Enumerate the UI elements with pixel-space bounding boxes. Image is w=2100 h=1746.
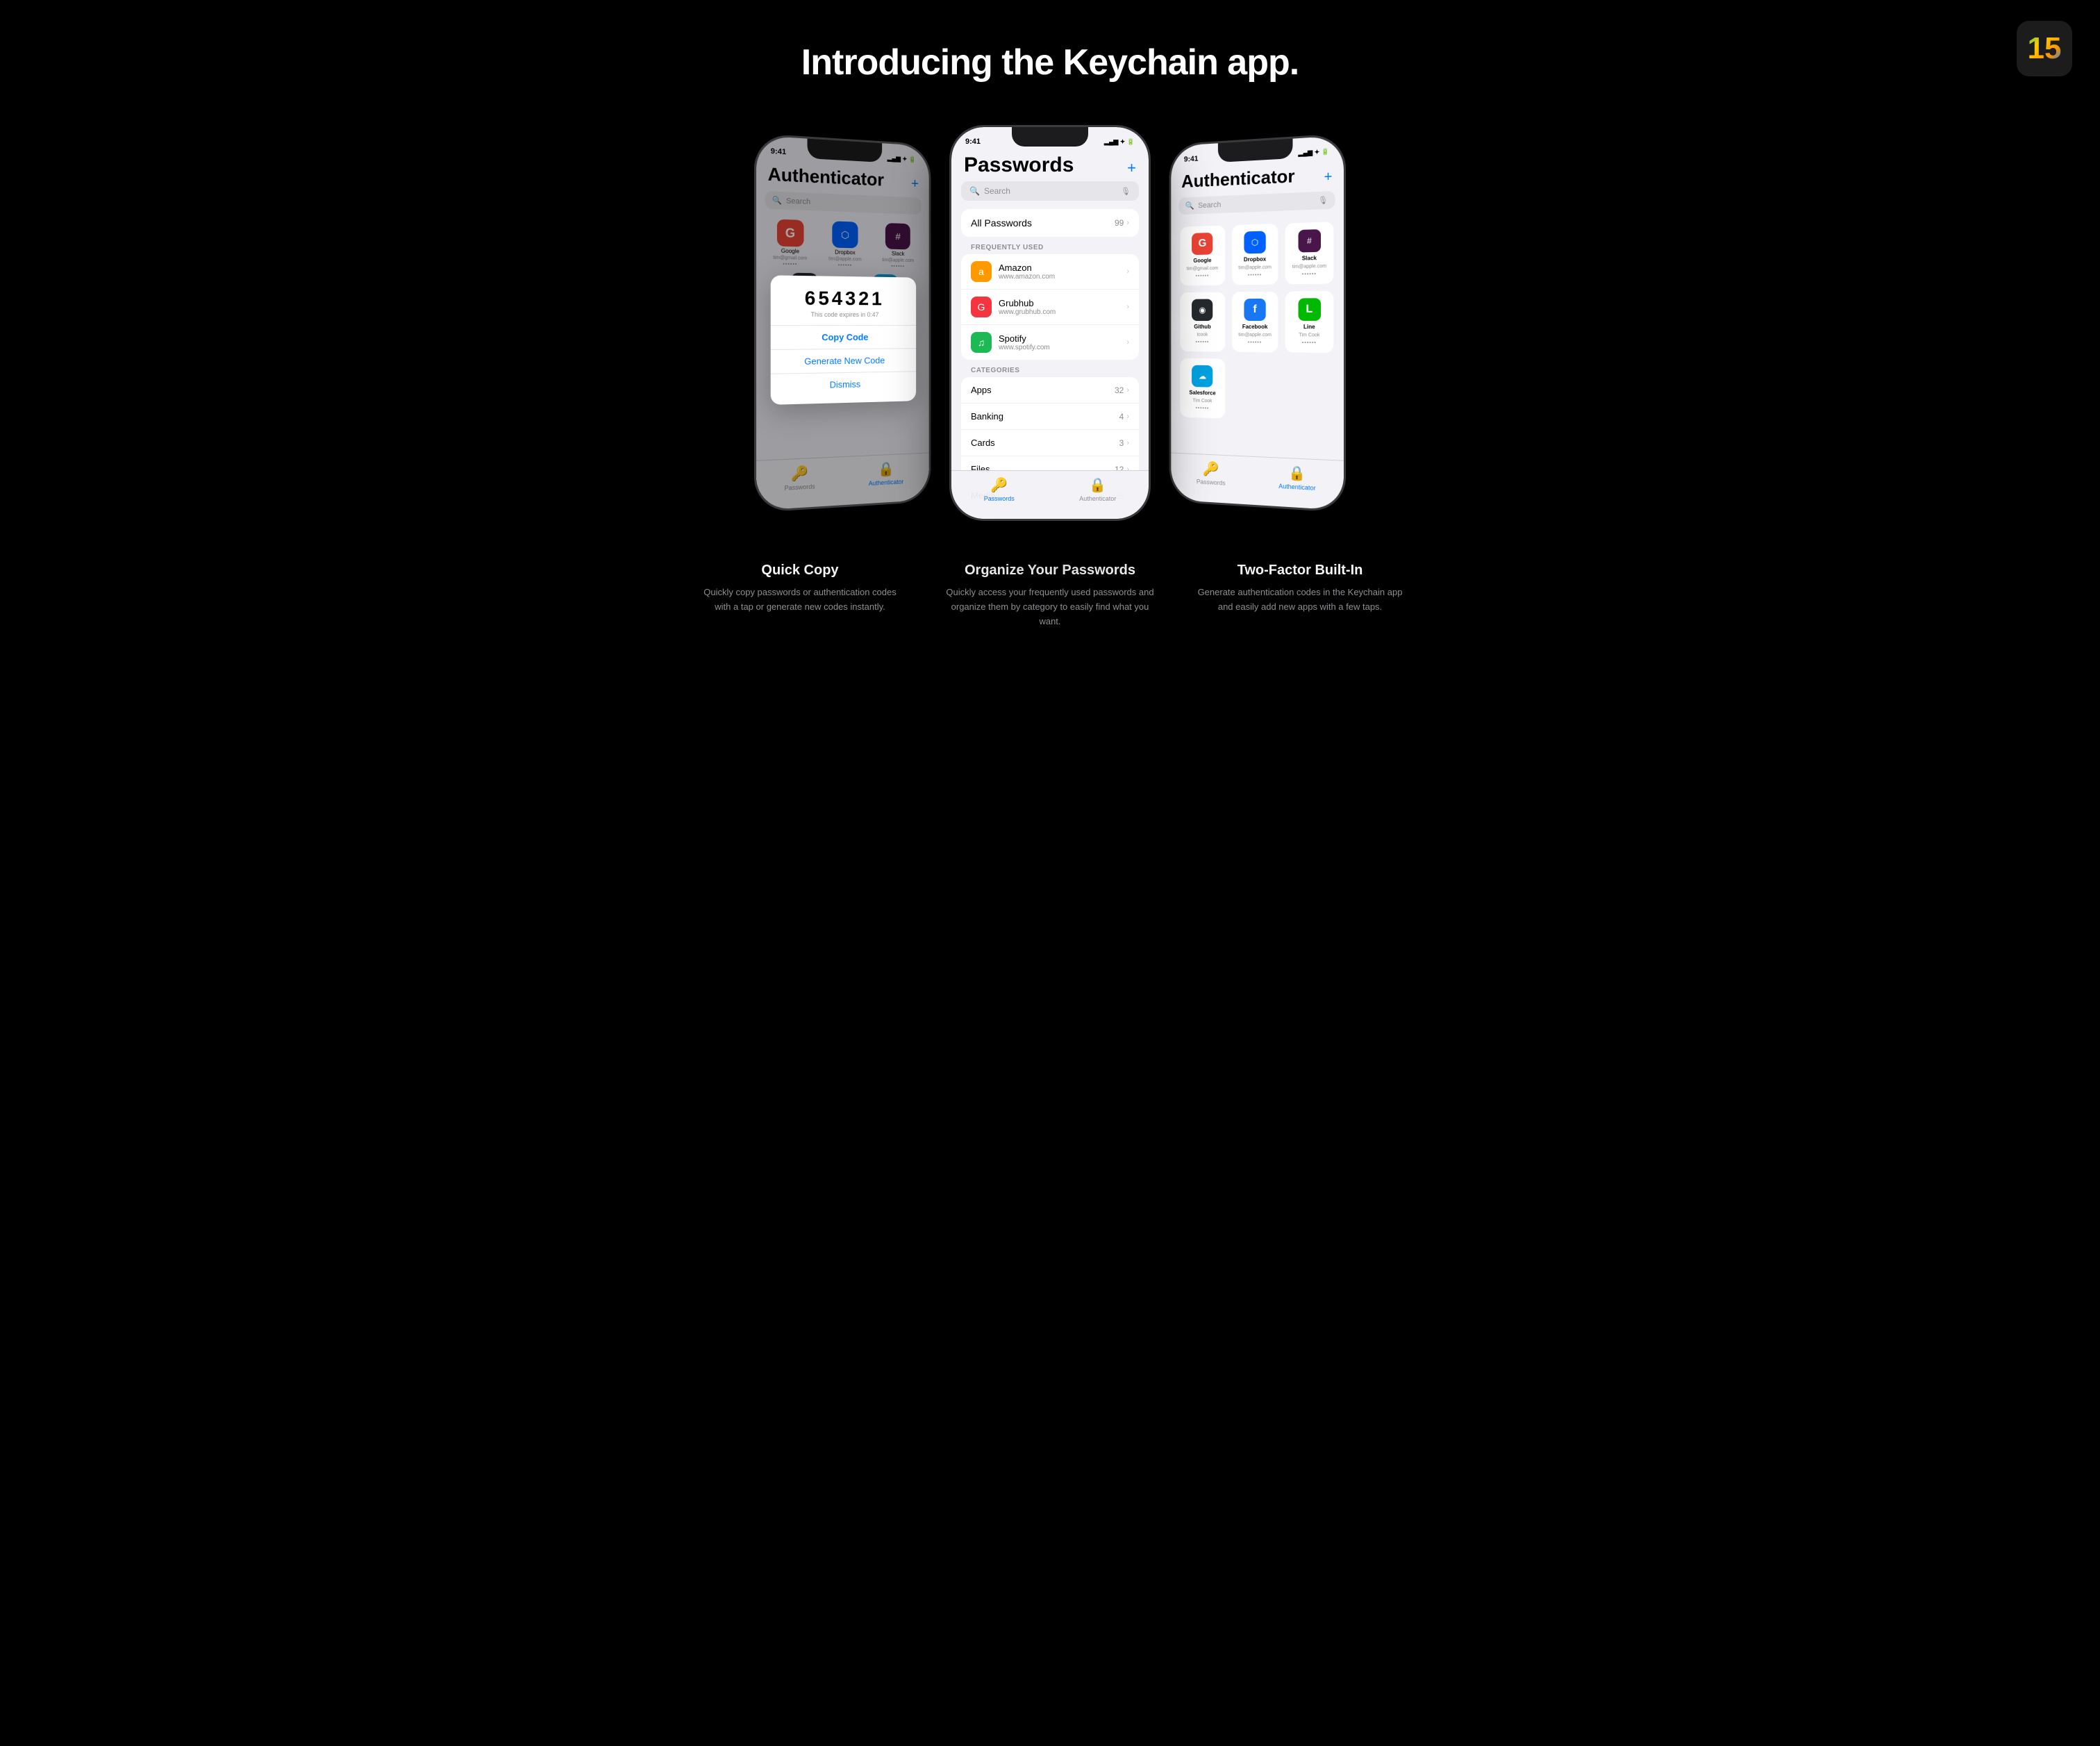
list-item[interactable]: Banking 4 › (961, 404, 1139, 430)
chevron-banking: › (1126, 413, 1129, 421)
2fa-desc: Generate authentication codes in the Key… (1196, 585, 1404, 615)
list-item[interactable]: ◉ Github tcook •••••• (1180, 292, 1225, 351)
chevron-icon: › (1126, 219, 1129, 227)
auth-title-right: Authenticator (1181, 165, 1294, 192)
organize-title: Organize Your Passwords (946, 563, 1154, 579)
dropbox-icon-right: ⬡ (1244, 231, 1265, 254)
auth-grid-right: G Google tim@gmail.com •••••• ⬡ Dropbox … (1171, 215, 1344, 428)
spotify-icon: ♫ (971, 332, 992, 353)
mic-icon-right: 🎙 (1318, 196, 1328, 206)
notch-right (1218, 139, 1293, 163)
pw-header: Passwords + (951, 151, 1149, 181)
list-item[interactable]: a Amazon www.amazon.com › (961, 254, 1139, 290)
ios-version: 15 (2028, 31, 2062, 66)
quick-copy-desc: Quickly copy passwords or authentication… (696, 585, 904, 615)
tab-bar-center: 🔑 Passwords 🔒 Authenticator (951, 470, 1149, 519)
authenticator-tab-icon-center: 🔒 (1089, 476, 1106, 494)
code-expires: This code expires in 0:47 (781, 311, 907, 319)
list-item[interactable]: G Grubhub www.grubhub.com › (961, 290, 1139, 325)
list-item[interactable]: ☁ Salesforce Tim Cook •••••• (1180, 358, 1225, 419)
frequently-used-section: a Amazon www.amazon.com › G Grubhub www.… (961, 254, 1139, 360)
pw-title: Passwords (964, 153, 1074, 177)
list-item[interactable]: L Line Tim Cook •••••• (1285, 291, 1334, 353)
chevron-amazon: › (1126, 267, 1129, 276)
passwords-tab-icon-right: 🔑 (1203, 460, 1219, 478)
left-phone: 9:41 ▂▄▆ ✦ 🔋 Authenticator + 🔍 Search G … (754, 133, 931, 513)
frequently-used-label: FREQUENTLY USED (951, 244, 1149, 254)
right-phone: 9:41 ▂▄▆ ✦ 🔋 Authenticator + 🔍 Search 🎙 … (1169, 133, 1347, 513)
list-item[interactable]: Apps 32 › (961, 377, 1139, 404)
status-icons-right: ▂▄▆ ✦ 🔋 (1299, 147, 1330, 157)
tab-authenticator-right[interactable]: 🔒 Authenticator (1278, 464, 1315, 492)
chevron-grubhub: › (1126, 303, 1129, 311)
quick-copy-title: Quick Copy (696, 563, 904, 579)
tab-label-passwords-right: Passwords (1197, 478, 1226, 486)
grubhub-row-left: G Grubhub www.grubhub.com (971, 297, 1056, 317)
time-right: 9:41 (1184, 155, 1199, 164)
spotify-row-left: ♫ Spotify www.spotify.com (971, 332, 1050, 353)
2fa-title: Two-Factor Built-In (1196, 563, 1404, 579)
code-number: 654321 (781, 287, 907, 310)
bottom-card-2fa: Two-Factor Built-In Generate authenticat… (1196, 563, 1404, 629)
pw-search-placeholder: Search (984, 186, 1010, 196)
organize-desc: Quickly access your frequently used pass… (946, 585, 1154, 629)
chevron-cards: › (1126, 439, 1129, 447)
google-icon-right: G (1192, 233, 1212, 255)
time-center: 9:41 (965, 138, 981, 146)
center-phone: 9:41 ▂▄▆ ✦ 🔋 Passwords + 🔍 Search 🎙 All … (949, 125, 1151, 521)
pw-search-bar[interactable]: 🔍 Search 🎙 (961, 181, 1139, 201)
tab-label-authenticator-right: Authenticator (1278, 483, 1315, 492)
list-item[interactable]: Cards 3 › (961, 430, 1139, 456)
salesforce-icon-right: ☁ (1192, 365, 1212, 388)
passwords-tab-icon-center: 🔑 (990, 476, 1008, 494)
tab-passwords-right[interactable]: 🔑 Passwords (1197, 460, 1226, 487)
search-icon-right: 🔍 (1185, 201, 1194, 210)
list-item[interactable]: f Facebook tim@apple.com •••••• (1232, 292, 1278, 353)
slack-icon-right: # (1298, 229, 1320, 252)
authenticator-tab-icon-right: 🔒 (1288, 464, 1306, 483)
notch-center (1012, 127, 1088, 147)
facebook-icon-right: f (1244, 299, 1265, 321)
chevron-spotify: › (1126, 338, 1129, 347)
center-phone-screen: 9:41 ▂▄▆ ✦ 🔋 Passwords + 🔍 Search 🎙 All … (951, 127, 1149, 519)
tab-label-authenticator-center: Authenticator (1079, 495, 1116, 502)
line-icon-right: L (1298, 298, 1320, 321)
tab-passwords-center[interactable]: 🔑 Passwords (984, 476, 1015, 502)
github-icon-right: ◉ (1192, 299, 1212, 321)
dismiss-button[interactable]: Dismiss (781, 372, 907, 397)
chevron-apps: › (1126, 386, 1129, 394)
ios15-badge: 15 (2017, 21, 2072, 76)
bottom-card-organize: Organize Your Passwords Quickly access y… (946, 563, 1154, 629)
amazon-row-left: a Amazon www.amazon.com (971, 261, 1055, 282)
code-modal: 654321 This code expires in 0:47 Copy Co… (771, 275, 916, 405)
list-item[interactable]: ⬡ Dropbox tim@apple.com •••••• (1232, 224, 1278, 285)
list-item[interactable]: ♫ Spotify www.spotify.com › (961, 325, 1139, 360)
categories-label: CATEGORIES (951, 367, 1149, 377)
phones-row: 9:41 ▂▄▆ ✦ 🔋 Authenticator + 🔍 Search G … (668, 125, 1432, 521)
copy-code-button[interactable]: Copy Code (781, 326, 907, 349)
search-placeholder-right: Search (1198, 201, 1221, 210)
generate-code-button[interactable]: Generate New Code (781, 349, 907, 373)
all-passwords-label: All Passwords (971, 217, 1032, 228)
left-phone-screen: 9:41 ▂▄▆ ✦ 🔋 Authenticator + 🔍 Search G … (756, 135, 929, 510)
grubhub-icon: G (971, 297, 992, 317)
status-icons-center: ▂▄▆ ✦ 🔋 (1104, 138, 1135, 146)
tab-label-passwords-center: Passwords (984, 495, 1015, 502)
right-phone-screen: 9:41 ▂▄▆ ✦ 🔋 Authenticator + 🔍 Search 🎙 … (1171, 135, 1344, 510)
tab-bar-right: 🔑 Passwords 🔒 Authenticator (1171, 453, 1344, 510)
amazon-icon: a (971, 261, 992, 282)
bottom-card-quick-copy: Quick Copy Quickly copy passwords or aut… (696, 563, 904, 629)
main-title: Introducing the Keychain app. (801, 42, 1299, 83)
all-passwords-row[interactable]: All Passwords 99 › (961, 209, 1139, 237)
auth-add-right[interactable]: + (1324, 169, 1332, 185)
pw-add-btn[interactable]: + (1127, 159, 1136, 177)
list-item[interactable]: # Slack tim@apple.com •••••• (1285, 222, 1334, 284)
tab-authenticator-center[interactable]: 🔒 Authenticator (1079, 476, 1116, 502)
all-passwords-count: 99 › (1115, 218, 1129, 228)
bottom-section: Quick Copy Quickly copy passwords or aut… (668, 563, 1432, 629)
mic-icon-center: 🎙 (1121, 187, 1131, 196)
search-icon-center: 🔍 (969, 186, 980, 196)
list-item[interactable]: G Google tim@gmail.com •••••• (1180, 225, 1225, 285)
